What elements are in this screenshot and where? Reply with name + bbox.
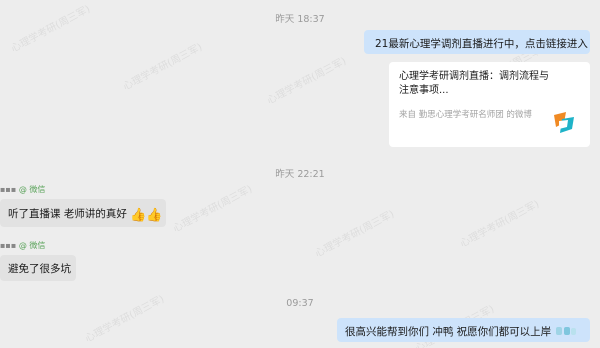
incoming-message[interactable]: 听了直播课 老师讲的真好 👍👍	[0, 199, 166, 227]
sender-name: ▪▪▪	[0, 241, 17, 250]
thumbs-up-icon: 👍👍	[130, 208, 163, 223]
sender-channel: @ 微信	[18, 185, 46, 194]
hand-emoji-icon	[555, 327, 576, 335]
timestamp: 昨天 22:21	[275, 169, 325, 180]
watermark: 心理学考研(周三军)	[458, 198, 542, 250]
sender-channel: @ 微信	[18, 241, 46, 250]
message-text: 很高兴能帮到你们 冲鸭 祝愿你们都可以上岸	[345, 326, 552, 338]
incoming-message[interactable]: 避免了很多坑	[0, 255, 76, 281]
message-text: 21最新心理学调剂直播进行中，点击链接进入	[375, 38, 588, 50]
card-title: 心理学考研调剂直播：调剂流程与注意事项...	[399, 71, 549, 96]
outgoing-message[interactable]: 很高兴能帮到你们 冲鸭 祝愿你们都可以上岸	[337, 318, 590, 342]
sender-name: ▪▪▪	[0, 185, 17, 194]
message-text: 避免了很多坑	[8, 263, 71, 275]
timestamp: 09:37	[286, 298, 314, 309]
sender-label: ▪▪▪ @ 微信	[0, 240, 45, 251]
timestamp: 昨天 18:37	[275, 14, 325, 25]
watermark: 心理学考研(周三军)	[265, 55, 349, 107]
sender-label: ▪▪▪ @ 微信	[0, 184, 45, 195]
watermark: 心理学考研(周三军)	[121, 41, 205, 93]
outgoing-message[interactable]: 21最新心理学调剂直播进行中，点击链接进入	[364, 30, 590, 54]
watermark: 心理学考研(周三军)	[171, 183, 255, 235]
link-card[interactable]: 心理学考研调剂直播：调剂流程与注意事项... 来自 勤思心理学考研名师团 的微博	[389, 62, 590, 147]
watermark: 心理学考研(周三军)	[9, 3, 93, 55]
message-text: 听了直播课 老师讲的真好	[8, 208, 127, 220]
watermark: 心理学考研(周三军)	[313, 208, 397, 260]
weibo-logo-icon	[554, 112, 574, 133]
card-source: 来自 勤思心理学考研名师团 的微博	[399, 110, 532, 120]
